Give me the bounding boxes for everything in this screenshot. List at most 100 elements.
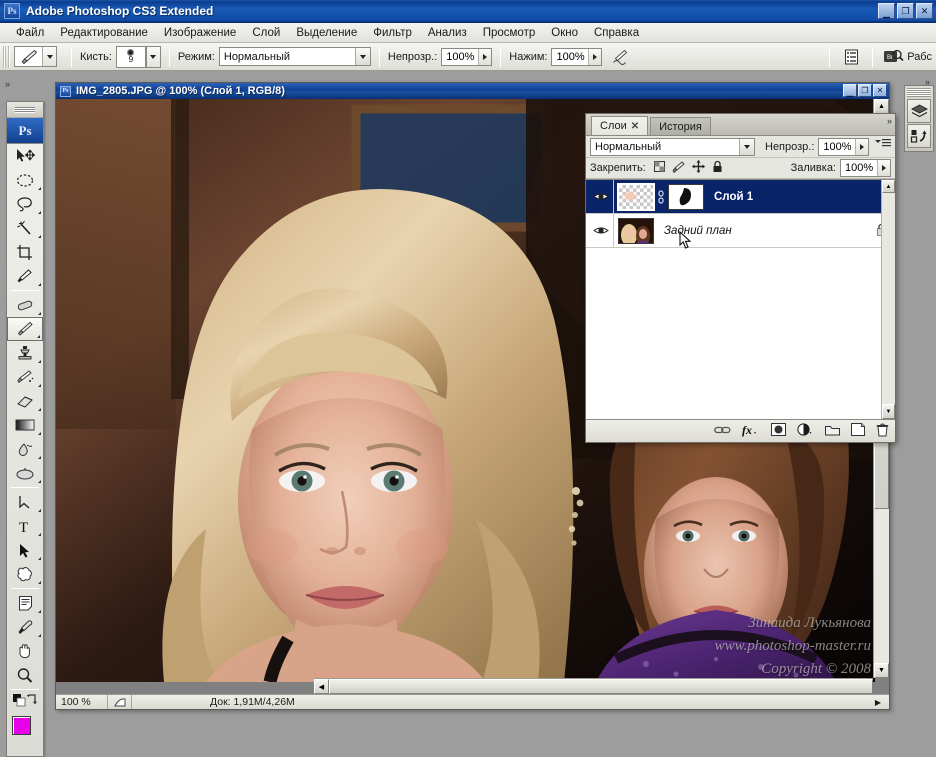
notes-tool[interactable]: [7, 591, 43, 615]
layer-list[interactable]: Слой 1 Задний план ▲ ▼: [586, 179, 895, 420]
menu-filter[interactable]: Фильтр: [365, 25, 420, 41]
current-tool-preset-picker[interactable]: [14, 46, 57, 67]
blur-tool[interactable]: [7, 437, 43, 461]
layer-row-1[interactable]: Слой 1: [586, 180, 895, 214]
opacity-field[interactable]: 100%: [441, 47, 493, 66]
crop-tool[interactable]: [7, 240, 43, 264]
menu-layer[interactable]: Слой: [244, 25, 288, 41]
status-preview-icon[interactable]: [108, 695, 132, 709]
menu-edit[interactable]: Редактирование: [52, 25, 156, 41]
maximize-button[interactable]: ❐: [897, 3, 914, 19]
scroll-up-button[interactable]: ▲: [874, 99, 889, 114]
shape-tool[interactable]: [7, 562, 43, 586]
layer-scroll-down-button[interactable]: ▼: [886, 405, 892, 418]
slice-tool[interactable]: [7, 264, 43, 288]
palettes-toggle-icon[interactable]: [838, 45, 864, 69]
type-tool[interactable]: T: [7, 514, 43, 538]
tool-preset-dropdown-arrow[interactable]: [42, 47, 56, 66]
eyedropper-tool[interactable]: [7, 615, 43, 639]
close-button[interactable]: ✕: [916, 3, 933, 19]
eraser-tool[interactable]: [7, 389, 43, 413]
layer-2-name[interactable]: Задний план: [664, 225, 732, 237]
new-group-button[interactable]: [825, 424, 840, 439]
layer-comps-icon[interactable]: [907, 99, 931, 123]
new-layer-button[interactable]: [851, 423, 865, 439]
menu-select[interactable]: Выделение: [288, 25, 365, 41]
dock-expand-arrows-icon[interactable]: »: [925, 77, 930, 87]
opacity-slider-arrow-icon[interactable]: [478, 48, 492, 65]
bridge-icon[interactable]: Br: [881, 45, 907, 69]
swap-colors-icon[interactable]: [26, 693, 38, 708]
minimize-button[interactable]: ▁: [878, 3, 895, 19]
layer-1-visibility-toggle[interactable]: [588, 180, 614, 213]
scroll-left-button[interactable]: ◀: [314, 679, 329, 694]
close-icon[interactable]: ✕: [631, 121, 639, 132]
lock-all-icon[interactable]: [712, 160, 723, 176]
zoom-tool[interactable]: [7, 663, 43, 687]
layer-opacity-arrow-icon[interactable]: [855, 138, 869, 155]
lock-position-icon[interactable]: [691, 160, 705, 176]
hand-tool[interactable]: [7, 639, 43, 663]
default-colors-icon[interactable]: [13, 694, 26, 710]
menu-image[interactable]: Изображение: [156, 25, 244, 41]
magic-wand-tool[interactable]: [7, 216, 43, 240]
link-layers-button[interactable]: [714, 425, 731, 438]
layer-row-2[interactable]: Задний план: [586, 214, 895, 248]
brush-tool[interactable]: [7, 317, 43, 341]
add-mask-button[interactable]: [771, 423, 786, 439]
tab-history[interactable]: История: [650, 117, 711, 135]
zoom-level-field[interactable]: 100 %: [56, 695, 108, 709]
adjustment-layer-button[interactable]: [797, 423, 814, 439]
document-title-bar[interactable]: Ps IMG_2805.JPG @ 100% (Слой 1, RGB/8) ▁…: [56, 83, 889, 99]
move-tool[interactable]: [7, 144, 43, 168]
lasso-tool[interactable]: [7, 192, 43, 216]
layer-2-thumbnail[interactable]: [618, 217, 654, 244]
options-bar-grip[interactable]: [3, 45, 10, 68]
healing-brush-tool[interactable]: [7, 293, 43, 317]
panel-menu-icon[interactable]: [875, 138, 891, 151]
layer-2-visibility-toggle[interactable]: [588, 214, 614, 247]
document-minimize-button[interactable]: ▁: [843, 84, 857, 97]
dock-grip[interactable]: [907, 88, 931, 97]
history-snapshot-icon[interactable]: [907, 124, 931, 148]
layer-1-mask-thumbnail[interactable]: [668, 183, 704, 210]
menu-view[interactable]: Просмотр: [475, 25, 544, 41]
layer-list-scrollbar[interactable]: ▲ ▼: [881, 180, 895, 419]
layer-styles-button[interactable]: fx: [742, 423, 760, 440]
layer-blend-mode-select[interactable]: Нормальный: [590, 137, 755, 156]
menu-file[interactable]: Файл: [8, 25, 52, 41]
brush-picker-arrow[interactable]: [145, 45, 161, 68]
toolbox-grip[interactable]: [7, 102, 43, 118]
scroll-down-button[interactable]: ▼: [874, 663, 889, 678]
collapse-arrows-icon[interactable]: »: [887, 116, 892, 126]
tab-layers[interactable]: Слои ✕: [591, 116, 649, 135]
dodge-tool[interactable]: [7, 461, 43, 485]
menu-help[interactable]: Справка: [586, 25, 647, 41]
foreground-color-swatch[interactable]: [12, 716, 31, 735]
layer-1-mask-link-icon[interactable]: [654, 189, 668, 204]
toolbox-expand-arrows-icon[interactable]: »: [5, 79, 10, 89]
clone-stamp-tool[interactable]: [7, 341, 43, 365]
pen-tool[interactable]: [7, 490, 43, 514]
layer-scroll-up-button[interactable]: ▲: [882, 180, 895, 193]
workspace-label[interactable]: Рабс: [907, 51, 936, 63]
document-close-button[interactable]: ✕: [873, 84, 887, 97]
history-brush-tool[interactable]: [7, 365, 43, 389]
status-expand-arrow-icon[interactable]: ▶: [869, 698, 887, 707]
lock-paint-icon[interactable]: [672, 160, 685, 176]
path-selection-tool[interactable]: [7, 538, 43, 562]
layer-opacity-field[interactable]: 100%: [818, 137, 870, 156]
layer-fill-arrow-icon[interactable]: [877, 160, 890, 176]
airbrush-icon[interactable]: [608, 45, 634, 69]
blend-mode-select[interactable]: Нормальный: [218, 47, 371, 66]
menu-analysis[interactable]: Анализ: [420, 25, 475, 41]
lock-transparent-icon[interactable]: [653, 161, 665, 175]
layer-1-name[interactable]: Слой 1: [714, 191, 753, 203]
elliptical-marquee-tool[interactable]: [7, 168, 43, 192]
menu-window[interactable]: Окно: [543, 25, 586, 41]
brush-preview[interactable]: 9: [115, 45, 146, 68]
flow-field[interactable]: 100%: [551, 47, 603, 66]
document-maximize-button[interactable]: ❐: [858, 84, 872, 97]
canvas-horizontal-scrollbar[interactable]: ◀: [314, 678, 873, 694]
layer-1-thumbnail[interactable]: [617, 182, 655, 211]
